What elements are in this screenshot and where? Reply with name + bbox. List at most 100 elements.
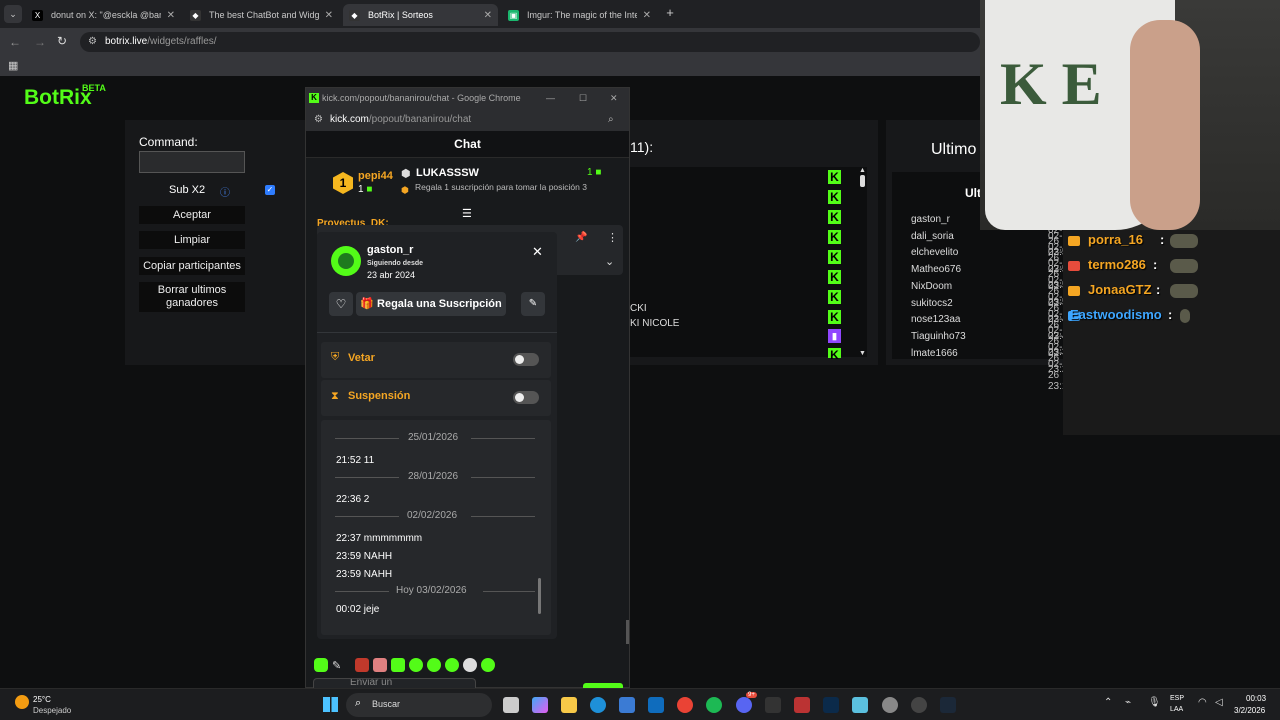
follow-button[interactable]: ♡	[329, 292, 353, 316]
site-info-icon[interactable]: ⚙	[88, 32, 97, 52]
ban-toggle[interactable]	[513, 353, 539, 366]
mic-icon[interactable]: 🎙	[1148, 697, 1161, 708]
task-view-icon[interactable]	[503, 697, 519, 713]
close-window-icon[interactable]: ✕	[610, 88, 618, 109]
zoom-icon[interactable]: ⌕	[608, 109, 614, 131]
scroll-up-icon[interactable]: ▲	[858, 167, 867, 174]
history-date: 02/02/2026	[407, 510, 458, 521]
gift-sub-button[interactable]: 🎁 Regala una Suscripción	[356, 292, 506, 316]
emote-icon[interactable]: ✎	[332, 659, 341, 672]
info-icon[interactable]: ⓘ	[220, 184, 230, 199]
sub-x2-label: Sub X2	[169, 184, 206, 196]
close-tab-icon[interactable]: ✕	[167, 10, 175, 21]
emote-icon[interactable]	[355, 658, 370, 672]
tab-search-button[interactable]: ⌄	[4, 5, 22, 23]
scroll-thumb[interactable]	[860, 175, 865, 187]
windows-start-icon[interactable]	[323, 697, 338, 712]
taskbar-search[interactable]: ⌕ Buscar	[346, 693, 492, 717]
pin-icon[interactable]: 📌	[575, 232, 587, 243]
botrix-logo[interactable]: BotRix BETA	[24, 83, 106, 110]
emote-icon[interactable]	[427, 658, 442, 672]
back-icon[interactable]: ←	[9, 35, 21, 49]
clear-winners-button[interactable]: Borrar ultimos ganadores	[139, 282, 245, 312]
emote-icon[interactable]	[445, 658, 460, 672]
mod-options-button[interactable]: ✎	[521, 292, 545, 316]
close-tab-icon[interactable]: ✕	[325, 10, 333, 21]
popup-url-bar[interactable]: ⚙ kick.com/popout/bananirou/chat ⌕	[306, 109, 629, 131]
settings-icon[interactable]	[882, 697, 898, 713]
close-icon[interactable]: ✕	[532, 244, 543, 260]
weather-temp: 25°C	[33, 695, 51, 704]
rank-badge: 1	[333, 172, 353, 194]
webcam-feed: K E	[980, 0, 1280, 230]
steam-icon[interactable]	[940, 697, 956, 713]
command-input[interactable]	[139, 151, 245, 173]
emote-icon[interactable]	[314, 658, 328, 672]
close-tab-icon[interactable]: ✕	[643, 10, 651, 21]
new-tab-icon[interactable]: +	[663, 6, 677, 20]
emote-icon	[1170, 284, 1198, 298]
accept-button[interactable]: Aceptar	[139, 206, 245, 224]
browser-tab[interactable]: X donut on X: "@esckla @banani ✕	[26, 4, 181, 26]
chat-scrollbar[interactable]	[626, 620, 629, 644]
browser-tab[interactable]: ◆ The best ChatBot and Widgets ✕	[184, 4, 339, 26]
wifi-icon[interactable]: ◠	[1198, 697, 1207, 708]
clock-date[interactable]: 3/2/2026	[1234, 706, 1265, 715]
discord-icon[interactable]	[736, 697, 752, 713]
minimize-icon[interactable]: —	[546, 88, 555, 109]
emote-icon[interactable]	[481, 658, 496, 672]
clear-button[interactable]: Limpiar	[139, 231, 245, 249]
copy-participants-button[interactable]: Copiar participantes	[139, 257, 245, 275]
gifter-name[interactable]: pepi44	[358, 170, 393, 182]
card-divider	[317, 332, 557, 333]
chrome-icon[interactable]	[677, 697, 693, 713]
close-tab-icon[interactable]: ✕	[484, 10, 492, 21]
store-icon[interactable]	[619, 697, 635, 713]
apps-grid-icon[interactable]: ▦	[8, 59, 18, 72]
emote-icon[interactable]	[409, 658, 424, 672]
volume-icon[interactable]: ◁	[1215, 697, 1223, 708]
sub-x2-checkbox[interactable]: ✓	[265, 185, 275, 195]
obs-icon[interactable]	[911, 697, 927, 713]
clock-time[interactable]: 00:03	[1246, 694, 1266, 703]
copilot-icon[interactable]	[532, 697, 548, 713]
gift-small-icon: ⬢	[401, 185, 409, 195]
winner-name: elchevelito	[911, 247, 959, 259]
reload-icon[interactable]: ↻	[57, 34, 67, 48]
browser-tab-active[interactable]: ◆ BotRix | Sorteos ✕	[343, 4, 498, 26]
emote-icon[interactable]	[391, 658, 406, 672]
network-icon[interactable]: ⌁	[1125, 697, 1131, 708]
spotify-icon[interactable]	[706, 697, 722, 713]
emote-icon[interactable]	[463, 658, 478, 672]
movie-maker-icon[interactable]	[794, 697, 810, 713]
maximize-icon[interactable]: ☐	[579, 88, 587, 109]
lang-bottom[interactable]: LAA	[1170, 706, 1183, 713]
app-icon[interactable]	[765, 697, 781, 713]
edge-icon[interactable]	[590, 697, 606, 713]
more-options-icon[interactable]: ⋮	[607, 231, 618, 244]
forward-icon[interactable]: →	[34, 35, 46, 49]
folder-icon[interactable]	[561, 697, 577, 713]
tray-chevron-icon[interactable]: ⌃	[1104, 697, 1112, 708]
url-field[interactable]: ⚙ botrix.live/widgets/raffles/	[80, 32, 980, 52]
browser-tab[interactable]: ▣ Imgur: The magic of the Interne ✕	[502, 4, 657, 26]
chevron-down-icon[interactable]: ⌄	[605, 255, 614, 268]
history-scrollbar[interactable]	[538, 578, 541, 614]
notepad-icon[interactable]	[852, 697, 868, 713]
photoshop-icon[interactable]	[823, 697, 839, 713]
timeout-toggle[interactable]	[513, 391, 539, 404]
outlook-icon[interactable]	[648, 697, 664, 713]
scroll-down-icon[interactable]: ▼	[858, 350, 867, 357]
site-info-icon[interactable]: ⚙	[314, 109, 323, 131]
collapse-pinned-icon[interactable]: ☰	[462, 207, 472, 220]
emote-icon	[1170, 234, 1198, 248]
gift-user-name[interactable]: LUKASSSW	[416, 167, 479, 179]
botrix-icon: ◆	[190, 9, 201, 21]
weather-icon[interactable]	[15, 695, 29, 709]
card-username[interactable]: gaston_r	[367, 244, 413, 256]
avatar[interactable]	[331, 246, 361, 276]
lang-top[interactable]: ESP	[1170, 695, 1184, 702]
user-card: gaston_r Siguiendo desde 23 abr 2024 ✕ ♡…	[317, 232, 557, 639]
emote-icon[interactable]	[373, 658, 388, 672]
participants-scrollbar[interactable]: ▲ ▼	[858, 167, 867, 357]
